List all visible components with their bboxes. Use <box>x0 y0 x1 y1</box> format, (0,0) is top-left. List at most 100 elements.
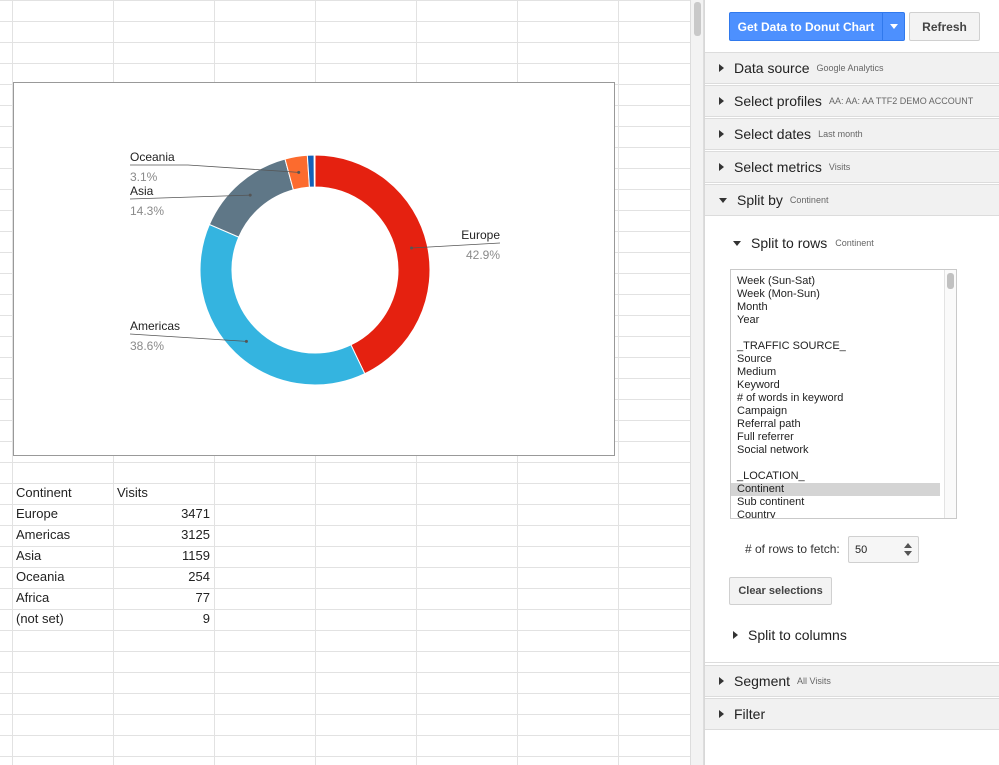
section-value: Last month <box>818 129 863 139</box>
list-item[interactable]: Sub continent <box>731 496 940 509</box>
section-title: Select metrics <box>734 159 822 175</box>
split-rows-title: Split to rows <box>751 235 828 251</box>
section-title: Split by <box>737 192 783 208</box>
listbox-scrollbar-thumb[interactable] <box>947 273 954 289</box>
list-item[interactable]: Week (Sun-Sat) <box>731 275 940 288</box>
scrollbar-thumb[interactable] <box>694 2 701 36</box>
leader-dot <box>248 193 252 197</box>
leader-dot <box>244 339 248 343</box>
list-item[interactable]: Keyword <box>731 379 940 392</box>
get-data-dropdown-button[interactable] <box>882 13 904 40</box>
split-columns-title: Split to columns <box>748 627 847 643</box>
dimension-options: Week (Sun-Sat) Week (Mon-Sun) Month Year _TR… <box>731 275 956 518</box>
dimension-listbox[interactable]: Week (Sun-Sat) Week (Mon-Sun) Month Year _TR… <box>730 269 957 519</box>
table-header-visits[interactable]: Visits <box>113 485 214 500</box>
get-data-button[interactable]: Get Data to Donut Chart <box>729 12 905 41</box>
slice-percent-label: 42.9% <box>466 248 500 262</box>
section-select-profiles[interactable]: Select profiles AA: AA: AA TTF2 DEMO ACC… <box>705 85 999 117</box>
table-cell[interactable]: 3471 <box>113 506 214 521</box>
list-item[interactable]: Full referrer <box>731 431 940 444</box>
expand-arrow-icon <box>719 64 724 72</box>
section-value: AA: AA: AA TTF2 DEMO ACCOUNT <box>828 96 974 106</box>
split-to-columns-header[interactable]: Split to columns <box>733 627 847 643</box>
list-item[interactable]: Referral path <box>731 418 940 431</box>
slice-label: Asia <box>130 184 154 198</box>
list-item[interactable]: # of words in keyword <box>731 392 940 405</box>
slice-percent-label: 38.6% <box>130 339 164 353</box>
table-cell[interactable]: 254 <box>113 569 214 584</box>
table-cell[interactable]: Africa <box>12 590 113 605</box>
sidebar-panel: Get Data to Donut Chart Refresh Data sou… <box>704 0 999 765</box>
list-item[interactable]: _TRAFFIC SOURCE_ <box>731 340 940 353</box>
slice-percent-label: 3.1% <box>130 170 158 184</box>
expand-arrow-icon <box>719 130 724 138</box>
stepper-down-icon[interactable] <box>904 551 912 556</box>
section-split-by[interactable]: Split by Continent <box>705 184 999 216</box>
table-row: Asia 1159 <box>12 545 214 566</box>
list-item[interactable]: Month <box>731 301 940 314</box>
stepper-arrows[interactable] <box>904 543 912 556</box>
section-title: Data source <box>734 60 810 76</box>
section-title: Select dates <box>734 126 812 142</box>
donut-slice-notset[interactable] <box>313 154 316 188</box>
expand-arrow-icon <box>719 163 724 171</box>
slice-label: Europe <box>461 228 500 242</box>
section-filter[interactable]: Filter <box>705 698 999 730</box>
list-item[interactable]: _LOCATION_ <box>731 470 940 483</box>
list-item[interactable]: Continent <box>731 483 940 496</box>
table-cell[interactable]: 9 <box>113 611 214 626</box>
list-item[interactable]: Country <box>731 509 940 518</box>
table-header-row: Continent Visits <box>12 482 214 503</box>
list-item[interactable]: Social network <box>731 444 940 457</box>
section-value: All Visits <box>797 676 831 686</box>
section-title: Segment <box>734 673 791 689</box>
expand-arrow-icon <box>719 97 724 105</box>
table-row: Europe 3471 <box>12 503 214 524</box>
table-cell[interactable]: 1159 <box>113 548 214 563</box>
list-item[interactable]: Campaign <box>731 405 940 418</box>
listbox-scrollbar[interactable] <box>944 270 956 518</box>
table-header-continent[interactable]: Continent <box>12 485 113 500</box>
donut-chart[interactable]: Europe 42.9% Americas 38.6% Asia 14.3% Oceania… <box>13 82 615 456</box>
table-cell[interactable]: Oceania <box>12 569 113 584</box>
list-item[interactable]: Source <box>731 353 940 366</box>
clear-selections-button[interactable]: Clear selections <box>729 577 832 605</box>
slice-percent-label: 14.3% <box>130 204 164 218</box>
rows-to-fetch-stepper[interactable]: 50 <box>848 536 919 563</box>
list-item[interactable]: Medium <box>731 366 940 379</box>
split-to-rows-header[interactable]: Split to rows Continent <box>733 235 874 251</box>
collapse-arrow-icon <box>733 240 741 246</box>
expand-arrow-icon <box>733 631 738 639</box>
stepper-up-icon[interactable] <box>904 543 912 548</box>
rows-to-fetch-value[interactable]: 50 <box>855 544 867 556</box>
section-select-metrics[interactable]: Select metrics Visits <box>705 151 999 183</box>
section-data-source[interactable]: Data source Google Analytics <box>705 52 999 84</box>
donut-slice-asia[interactable] <box>208 158 294 238</box>
section-segment[interactable]: Segment All Visits <box>705 665 999 697</box>
section-title: Select profiles <box>734 93 822 109</box>
section-select-dates[interactable]: Select dates Last month <box>705 118 999 150</box>
table-row: (not set) 9 <box>12 608 214 629</box>
split-by-panel: Split to rows Continent Week (Sun-Sat) We… <box>705 216 999 663</box>
table-row: Oceania 254 <box>12 566 214 587</box>
table-cell[interactable]: 3125 <box>113 527 214 542</box>
list-item[interactable]: Year <box>731 314 940 327</box>
table-cell[interactable]: Europe <box>12 506 113 521</box>
section-value: Visits <box>828 162 851 172</box>
list-item[interactable]: Week (Mon-Sun) <box>731 288 940 301</box>
slice-label: Oceania <box>130 150 175 164</box>
refresh-button[interactable]: Refresh <box>909 12 980 41</box>
donut-slice-americas[interactable] <box>199 223 366 386</box>
section-value: Continent <box>789 195 829 205</box>
donut-slice-europe[interactable] <box>314 154 431 375</box>
table-cell[interactable]: Asia <box>12 548 113 563</box>
section-value: Google Analytics <box>816 63 884 73</box>
section-title: Filter <box>734 706 766 722</box>
get-data-button-label[interactable]: Get Data to Donut Chart <box>730 13 882 40</box>
table-cell[interactable]: 77 <box>113 590 214 605</box>
table-cell[interactable]: Americas <box>12 527 113 542</box>
donut-chart-svg: Europe 42.9% Americas 38.6% Asia 14.3% Oceania… <box>129 150 500 386</box>
sheet-vertical-scrollbar[interactable] <box>690 0 704 765</box>
table-cell[interactable]: (not set) <box>12 611 113 626</box>
